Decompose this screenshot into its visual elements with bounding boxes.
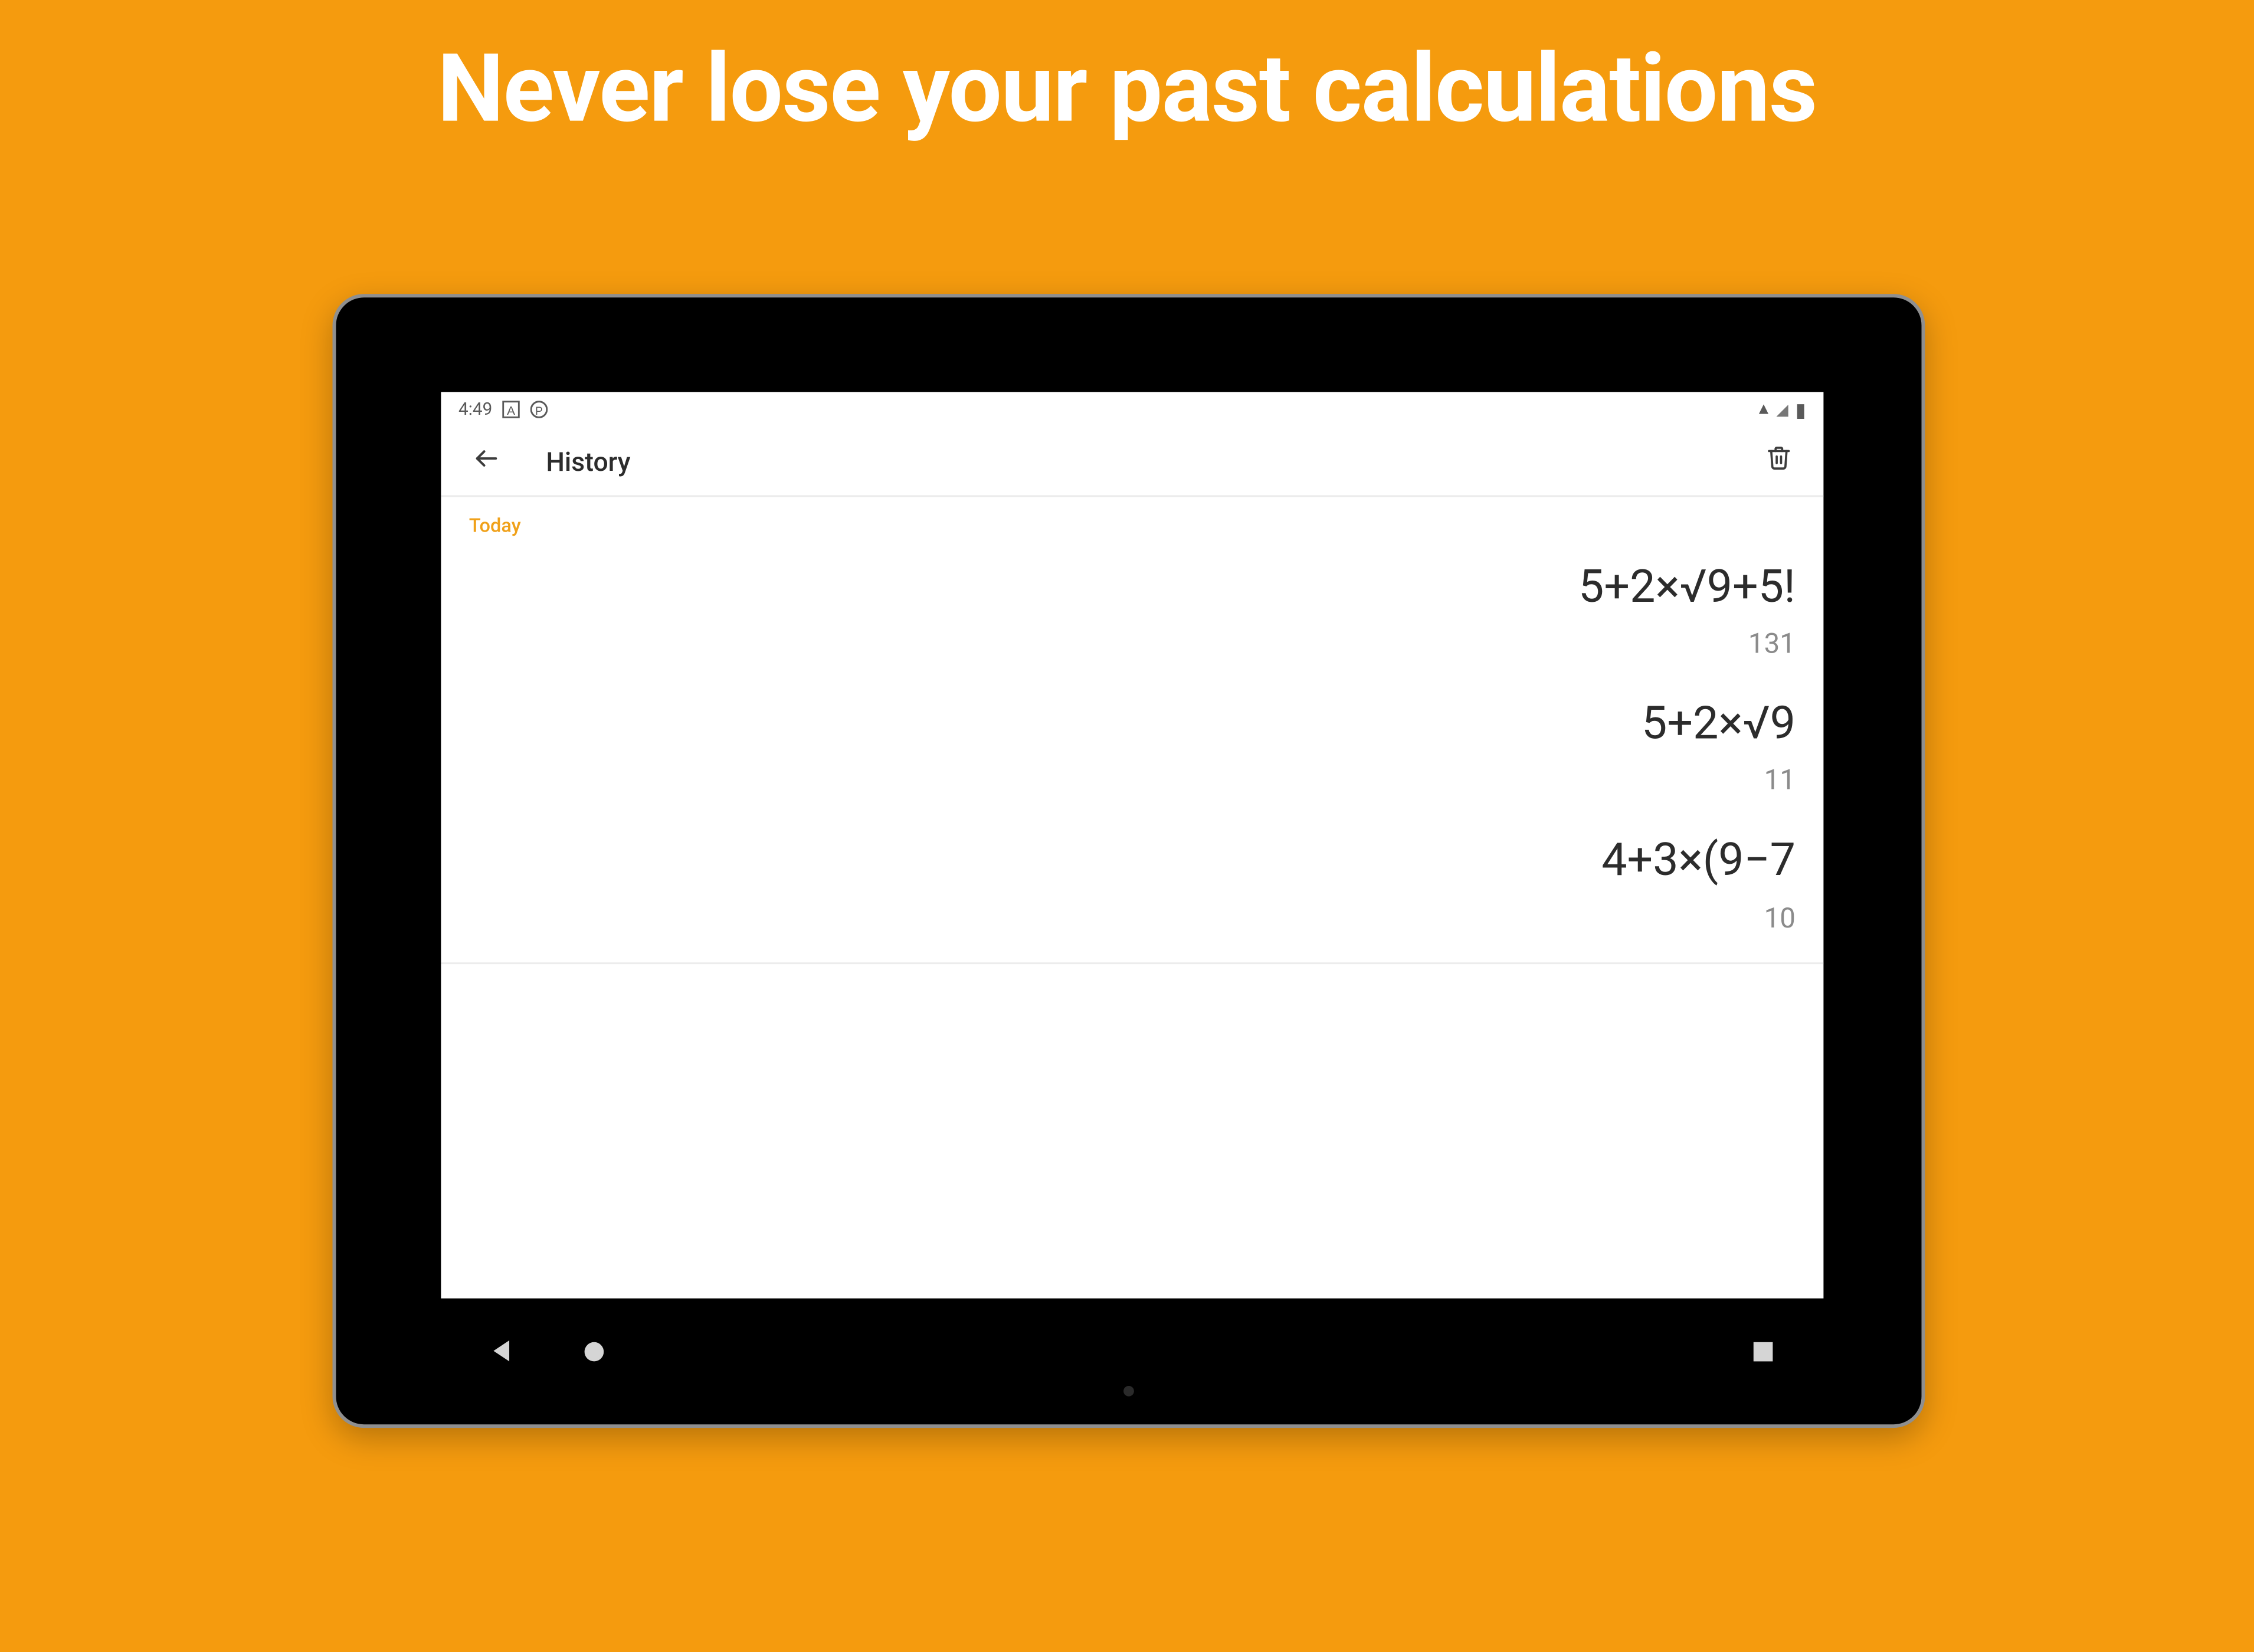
wifi-icon (1760, 398, 1769, 421)
nav-recent-icon[interactable] (1752, 1339, 1775, 1362)
tablet-camera (1123, 1386, 1134, 1397)
battery-icon (1796, 398, 1806, 421)
back-button[interactable] (462, 437, 511, 486)
promo-headline: Never lose your past calculations (0, 35, 2254, 145)
trash-icon (1765, 444, 1791, 477)
tablet-frame: 4:49 A P (333, 294, 1925, 1428)
nav-back-icon[interactable] (490, 1339, 513, 1362)
history-divider (441, 962, 1823, 963)
history-expression: 4+3×(9−7 (469, 835, 1796, 890)
android-nav-bar (441, 1330, 1823, 1372)
app-bar: History (441, 427, 1823, 497)
delete-history-button[interactable] (1754, 437, 1803, 486)
history-entries: 5+2×√9+5! 131 5+2×√9 11 4+3×(9−7 10 (441, 544, 1823, 955)
history-entry[interactable]: 5+2×√9 11 (469, 681, 1796, 818)
square-a-icon: A (503, 401, 520, 418)
history-section-label: Today (441, 497, 1823, 544)
history-result: 131 (469, 627, 1796, 660)
history-expression: 5+2×√9+5! (469, 562, 1796, 616)
signal-icon (1776, 400, 1788, 419)
history-entry[interactable]: 4+3×(9−7 10 (469, 818, 1796, 955)
tablet-screen: 4:49 A P (441, 392, 1823, 1298)
history-entry[interactable]: 5+2×√9+5! 131 (469, 544, 1796, 681)
history-result: 11 (469, 763, 1796, 796)
status-bar: 4:49 A P (441, 392, 1823, 427)
history-expression: 5+2×√9 (469, 699, 1796, 753)
page-title: History (546, 445, 630, 477)
nav-home-icon[interactable] (583, 1339, 606, 1362)
circle-p-icon: P (531, 401, 549, 418)
svg-text:P: P (536, 405, 543, 418)
arrow-left-icon (473, 444, 500, 478)
svg-text:A: A (507, 404, 516, 418)
status-time: 4:49 (458, 400, 492, 419)
history-result: 10 (469, 900, 1796, 933)
history-content: Today 5+2×√9+5! 131 5+2×√9 11 4+3×(9−7 1… (441, 497, 1823, 1228)
